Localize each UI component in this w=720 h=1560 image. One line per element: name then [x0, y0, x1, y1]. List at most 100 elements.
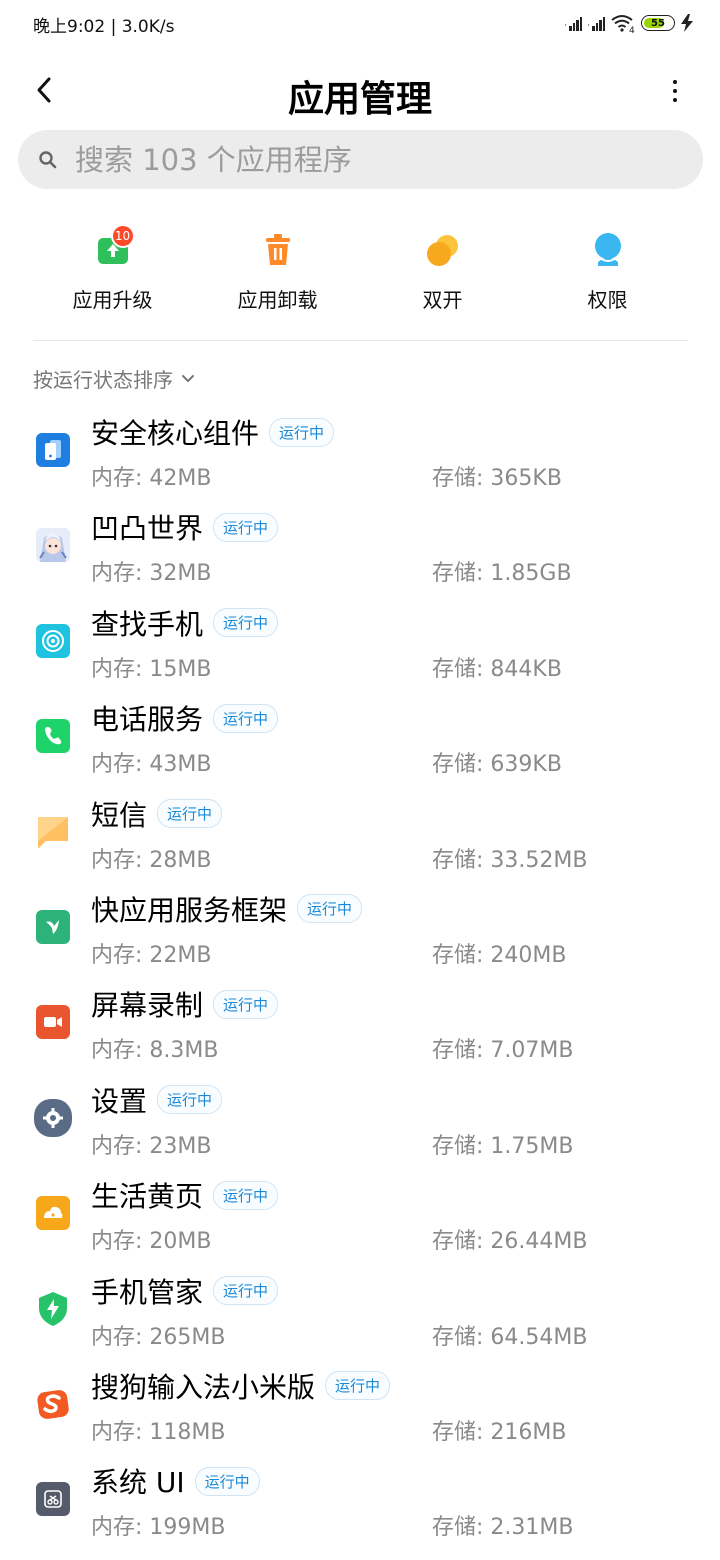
system-ui-icon [36, 1482, 70, 1517]
dual-app-icon [423, 230, 463, 270]
app-memory: 内存: 22MB [91, 942, 212, 968]
app-storage: 存储: 26.44MB [432, 1229, 588, 1255]
search-bar[interactable] [18, 130, 703, 189]
status-bar: 晚上9:02 | 3.0K/s · · 4 55 [0, 0, 720, 48]
app-storage: 存储: 365KB [432, 466, 562, 491]
running-tag: 运行中 [269, 417, 335, 447]
app-list: 安全核心组件 运行中 内存: 42MB 存储: 365KB 凹凸世界 运行中 内… [0, 404, 720, 1549]
dual-apps-label: 双开 [422, 288, 463, 312]
wifi-icon: 4 [611, 15, 635, 33]
page-title: 应用管理 [287, 79, 432, 120]
dual-apps-button[interactable]: 双开 [360, 230, 525, 320]
signal-icon-2: · [587, 15, 605, 31]
app-row[interactable]: 凹凸世界 运行中 内存: 32MB 存储: 1.85GB [0, 499, 720, 594]
aotu-world-icon [36, 528, 70, 563]
running-tag: 运行中 [157, 799, 223, 829]
charging-icon [681, 14, 693, 32]
upgrade-count-badge: 10 [110, 224, 135, 248]
app-upgrade-label: 应用升级 [72, 288, 153, 312]
divider [33, 340, 688, 341]
security-core-icon [36, 433, 70, 467]
more-options-button[interactable] [660, 74, 690, 108]
upgrade-icon: 10 [93, 224, 135, 270]
quick-actions: 10 应用升级 应用卸载 双开 权限 [30, 224, 690, 320]
permissions-button[interactable]: 权限 [525, 230, 690, 320]
app-memory: 内存: 28MB [91, 847, 212, 873]
battery-level: 55 [651, 17, 665, 29]
app-upgrade-button[interactable]: 10 应用升级 [30, 224, 195, 320]
app-row[interactable]: 快应用服务框架 运行中 内存: 22MB 存储: 240MB [0, 881, 720, 976]
app-name: 快应用服务框架 [91, 893, 288, 927]
app-storage: 存储: 639KB [432, 752, 562, 778]
app-memory: 内存: 15MB [91, 656, 212, 682]
app-uninstall-label: 应用卸载 [237, 288, 318, 312]
app-memory: 内存: 199MB [91, 1515, 226, 1541]
app-storage: 存储: 1.85GB [432, 561, 572, 587]
app-name: 查找手机 [91, 607, 204, 641]
app-name: 安全核心组件 [91, 417, 260, 450]
security-shield-icon [36, 1291, 70, 1326]
search-input[interactable] [75, 142, 635, 177]
app-memory: 内存: 42MB [91, 466, 212, 491]
find-phone-icon [36, 623, 70, 658]
app-storage: 存储: 33.52MB [432, 847, 588, 873]
app-name: 设置 [91, 1084, 148, 1118]
app-row[interactable]: 屏幕录制 运行中 内存: 8.3MB 存储: 7.07MB [0, 976, 720, 1071]
phone-icon [36, 719, 70, 754]
app-name: 屏幕录制 [91, 989, 204, 1023]
app-bar: 应用管理 [0, 56, 720, 126]
app-name: 短信 [91, 798, 148, 832]
app-storage: 存储: 1.75MB [432, 1133, 574, 1159]
trash-icon [258, 230, 298, 270]
running-tag: 运行中 [213, 608, 279, 638]
more-dot [673, 89, 677, 93]
app-row[interactable]: 设置 运行中 内存: 23MB 存储: 1.75MB [0, 1072, 720, 1167]
app-row[interactable]: 查找手机 运行中 内存: 15MB 存储: 844KB [0, 595, 720, 690]
permission-icon [588, 230, 628, 270]
app-storage: 存储: 2.31MB [432, 1515, 574, 1541]
app-memory: 内存: 32MB [91, 561, 212, 587]
running-tag: 运行中 [194, 1466, 260, 1496]
sort-dropdown[interactable]: 按运行状态排序 [33, 364, 195, 393]
quick-app-icon [36, 909, 70, 944]
more-dot [673, 98, 677, 102]
status-time: 晚上9:02 | 3.0K/s [33, 17, 175, 37]
app-row[interactable]: 系统 UI 运行中 内存: 199MB 存储: 2.31MB [0, 1453, 720, 1548]
running-tag: 运行中 [157, 1085, 223, 1115]
permissions-label: 权限 [587, 288, 628, 312]
running-tag: 运行中 [213, 1180, 279, 1210]
running-tag: 运行中 [297, 894, 363, 924]
app-row[interactable]: 安全核心组件 运行中 内存: 42MB 存储: 365KB [0, 404, 720, 499]
app-name: 凹凸世界 [91, 512, 204, 546]
signal-icon: · [564, 15, 583, 31]
app-row[interactable]: 电话服务 运行中 内存: 43MB 存储: 639KB [0, 690, 720, 785]
app-uninstall-button[interactable]: 应用卸载 [195, 230, 360, 320]
app-row[interactable]: 生活黄页 运行中 内存: 20MB 存储: 26.44MB [0, 1167, 720, 1262]
app-storage: 存储: 216MB [432, 1419, 567, 1445]
running-tag: 运行中 [213, 703, 279, 733]
search-icon [39, 150, 57, 168]
app-memory: 内存: 118MB [91, 1419, 226, 1445]
app-memory: 内存: 43MB [91, 752, 212, 778]
sogou-icon [36, 1387, 70, 1421]
running-tag: 运行中 [213, 512, 279, 542]
app-storage: 存储: 64.54MB [432, 1324, 588, 1350]
screen-record-icon [36, 1005, 70, 1040]
app-row[interactable]: 短信 运行中 内存: 28MB 存储: 33.52MB [0, 786, 720, 881]
app-storage: 存储: 240MB [432, 942, 567, 968]
app-name: 电话服务 [91, 703, 204, 737]
app-name: 手机管家 [91, 1275, 204, 1309]
app-name: 系统 UI [91, 1466, 185, 1500]
wifi-label: 4 [629, 26, 635, 33]
app-row[interactable]: 手机管家 运行中 内存: 265MB 存储: 64.54MB [0, 1263, 720, 1358]
app-memory: 内存: 265MB [91, 1324, 226, 1350]
app-memory: 内存: 20MB [91, 1229, 212, 1255]
more-dot [673, 80, 677, 84]
app-memory: 内存: 8.3MB [91, 1038, 219, 1064]
app-row[interactable]: 搜狗输入法小米版 运行中 内存: 118MB 存储: 216MB [0, 1358, 720, 1453]
app-name: 生活黄页 [91, 1180, 204, 1214]
battery-icon: 55 [641, 15, 675, 31]
app-storage: 存储: 7.07MB [432, 1038, 574, 1064]
yellow-pages-icon [36, 1196, 70, 1231]
sort-label: 按运行状态排序 [33, 368, 173, 392]
